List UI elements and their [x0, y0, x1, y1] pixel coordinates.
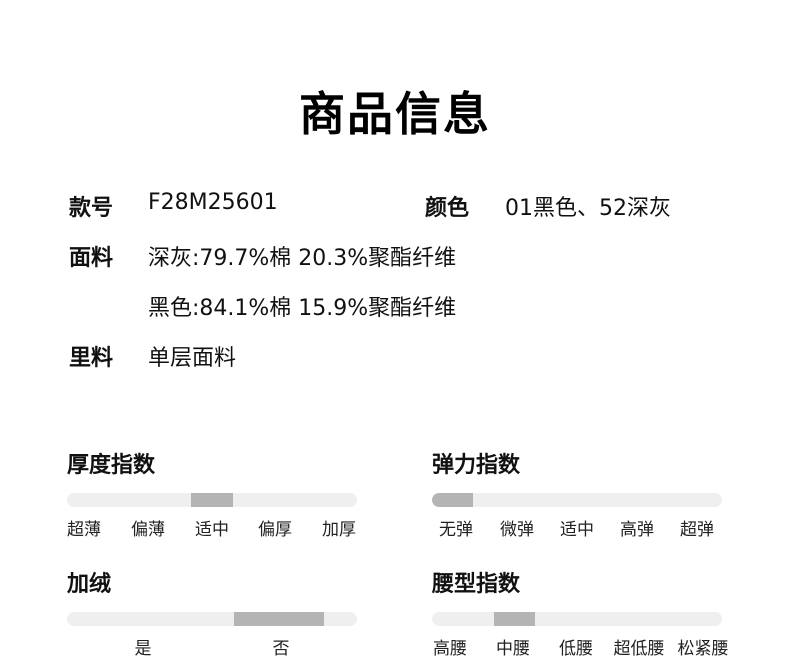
- thickness-gauge-fill: [191, 493, 233, 507]
- fabric-line-1: 深灰:79.7%棉 20.3%聚酯纤维: [148, 246, 457, 271]
- elasticity-option: 无弹: [439, 520, 473, 540]
- waist-option: 低腰: [559, 639, 593, 659]
- fleece-gauge-title: 加绒: [67, 572, 112, 597]
- thickness-option: 适中: [195, 520, 229, 540]
- thickness-option: 偏厚: [258, 520, 292, 540]
- waist-option: 中腰: [496, 639, 530, 659]
- fleece-gauge-track: [67, 612, 357, 626]
- thickness-option: 超薄: [67, 520, 101, 540]
- lining-value: 单层面料: [148, 346, 237, 371]
- elasticity-gauge-track: [432, 493, 722, 507]
- waist-gauge-title: 腰型指数: [432, 572, 521, 597]
- thickness-gauge-track: [67, 493, 357, 507]
- fleece-option: 是: [134, 639, 152, 659]
- elasticity-option: 适中: [560, 520, 594, 540]
- elasticity-gauge-title: 弹力指数: [432, 453, 521, 478]
- elasticity-option: 微弹: [500, 520, 534, 540]
- thickness-gauge-title: 厚度指数: [67, 453, 156, 478]
- waist-option: 超低腰: [613, 639, 665, 659]
- fabric-label: 面料: [69, 246, 114, 271]
- color-label: 颜色: [425, 196, 470, 221]
- waist-gauge-fill: [494, 612, 535, 626]
- waist-gauge-track: [432, 612, 722, 626]
- page-title: 商品信息: [299, 87, 491, 141]
- thickness-option: 偏薄: [131, 520, 165, 540]
- elasticity-gauge-fill: [432, 493, 473, 507]
- fleece-gauge-fill: [234, 612, 324, 626]
- elasticity-option: 高弹: [620, 520, 654, 540]
- waist-option: 高腰: [433, 639, 467, 659]
- fabric-line-2: 黑色:84.1%棉 15.9%聚酯纤维: [148, 296, 457, 321]
- elasticity-option: 超弹: [680, 520, 714, 540]
- style-no-label: 款号: [69, 196, 114, 221]
- fleece-option: 否: [272, 639, 290, 659]
- waist-option: 松紧腰: [677, 639, 729, 659]
- color-value: 01黑色、52深灰: [505, 196, 671, 221]
- lining-label: 里料: [69, 346, 114, 371]
- style-no-value: F28M25601: [148, 190, 278, 215]
- thickness-option: 加厚: [322, 520, 356, 540]
